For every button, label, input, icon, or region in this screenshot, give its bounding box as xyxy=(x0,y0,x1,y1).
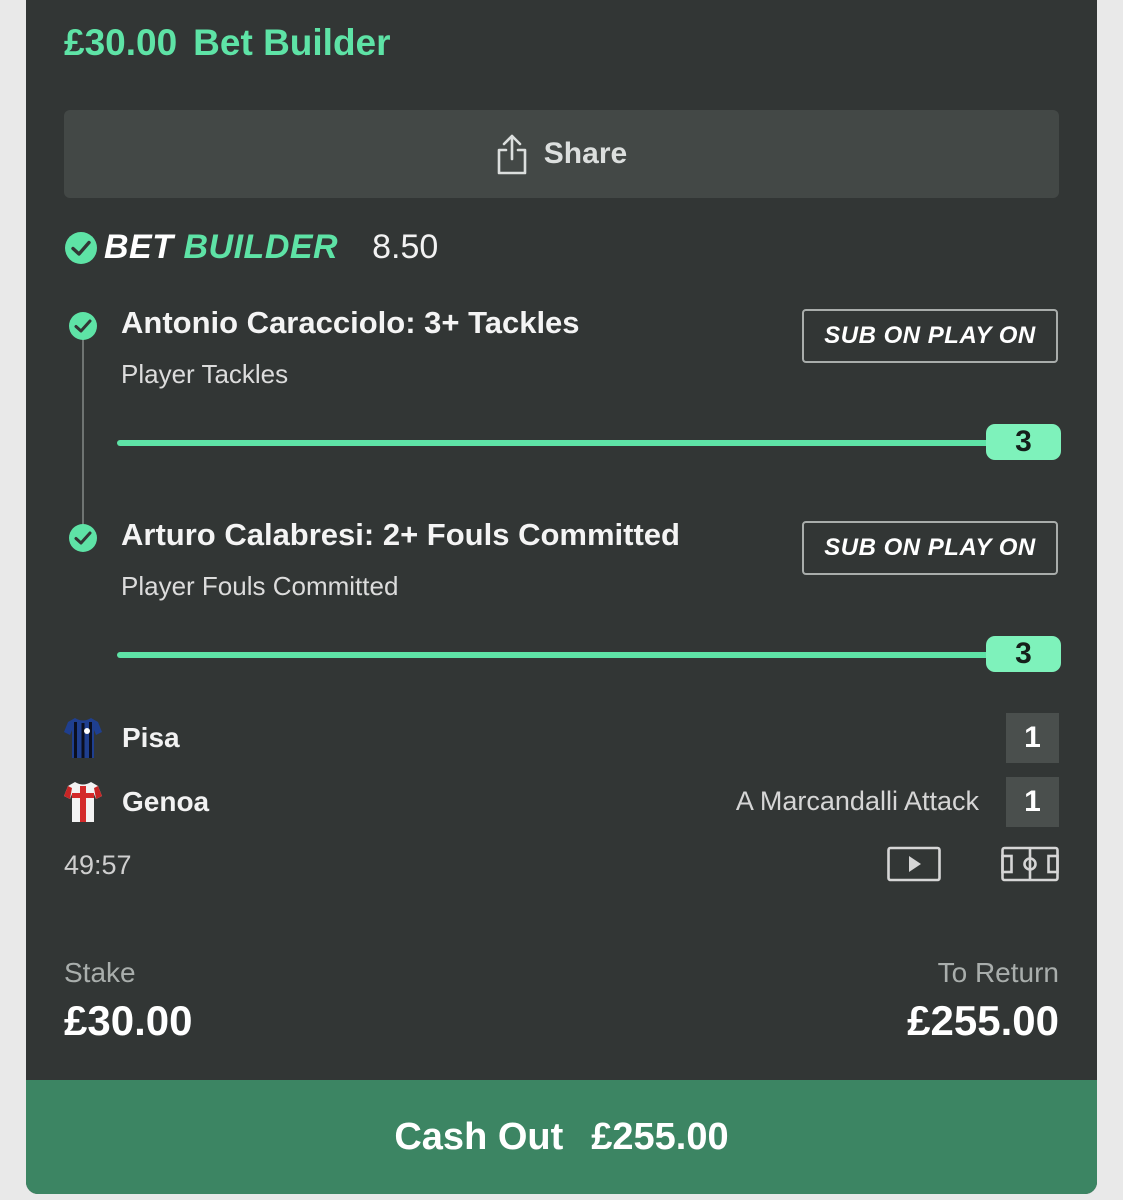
pitch-tracker-icon[interactable] xyxy=(1001,846,1059,882)
team-row-away: Genoa xyxy=(64,780,209,824)
selection-connector xyxy=(82,338,84,538)
progress-value: 3 xyxy=(986,636,1061,672)
header-stake: £30.00 xyxy=(64,22,178,63)
team-name: Genoa xyxy=(122,786,210,817)
progress-value: 3 xyxy=(986,424,1061,460)
bet-builder-label-builder: BUILDER xyxy=(183,228,339,266)
selection-market: Player Tackles xyxy=(121,359,289,389)
team-row-home: Pisa xyxy=(64,716,180,760)
match-event-text: A Marcandalli Attack xyxy=(735,786,979,816)
bet-odds: 8.50 xyxy=(372,228,439,266)
cash-out-label: Cash Out xyxy=(394,1115,564,1158)
selection-market: Player Fouls Committed xyxy=(121,571,399,601)
team-name: Pisa xyxy=(122,722,180,753)
header-title: Bet Builder xyxy=(193,22,391,63)
sub-on-play-on-badge: SUB ON PLAY ON xyxy=(802,309,1058,363)
progress-track xyxy=(117,440,1007,446)
selection-title: Antonio Caracciolo: 3+ Tackles xyxy=(121,305,580,340)
return-value: £255.00 xyxy=(907,997,1059,1044)
match-clock: 49:57 xyxy=(64,850,132,880)
bet-builder-label-bet: BET xyxy=(104,228,174,266)
check-circle-icon xyxy=(69,312,97,340)
team-score: 1 xyxy=(1006,713,1059,763)
play-video-icon[interactable] xyxy=(887,846,941,882)
stake-label: Stake xyxy=(64,957,136,988)
bet-builder-heading: BET BUILDER 8.50 xyxy=(64,228,438,267)
bet-header: £30.00 Bet Builder xyxy=(64,22,391,64)
bet-card: £30.00 Bet Builder Share BET BUILDER 8.50… xyxy=(26,0,1097,1194)
sub-on-play-on-badge: SUB ON PLAY ON xyxy=(802,521,1058,575)
genoa-shirt-icon xyxy=(64,782,102,822)
check-circle-icon xyxy=(65,231,97,264)
check-circle-icon xyxy=(69,524,97,552)
team-score: 1 xyxy=(1006,777,1059,827)
progress-track xyxy=(117,652,1007,658)
cash-out-amount: £255.00 xyxy=(591,1115,729,1158)
selection-title: Arturo Calabresi: 2+ Fouls Committed xyxy=(121,517,680,552)
pisa-shirt-icon xyxy=(64,718,102,758)
stake-value: £30.00 xyxy=(64,997,193,1044)
return-label: To Return xyxy=(937,957,1059,988)
share-icon xyxy=(497,134,527,175)
share-button[interactable]: Share xyxy=(64,110,1059,198)
cash-out-button[interactable]: Cash Out £255.00 xyxy=(26,1080,1097,1194)
share-label: Share xyxy=(543,137,628,170)
